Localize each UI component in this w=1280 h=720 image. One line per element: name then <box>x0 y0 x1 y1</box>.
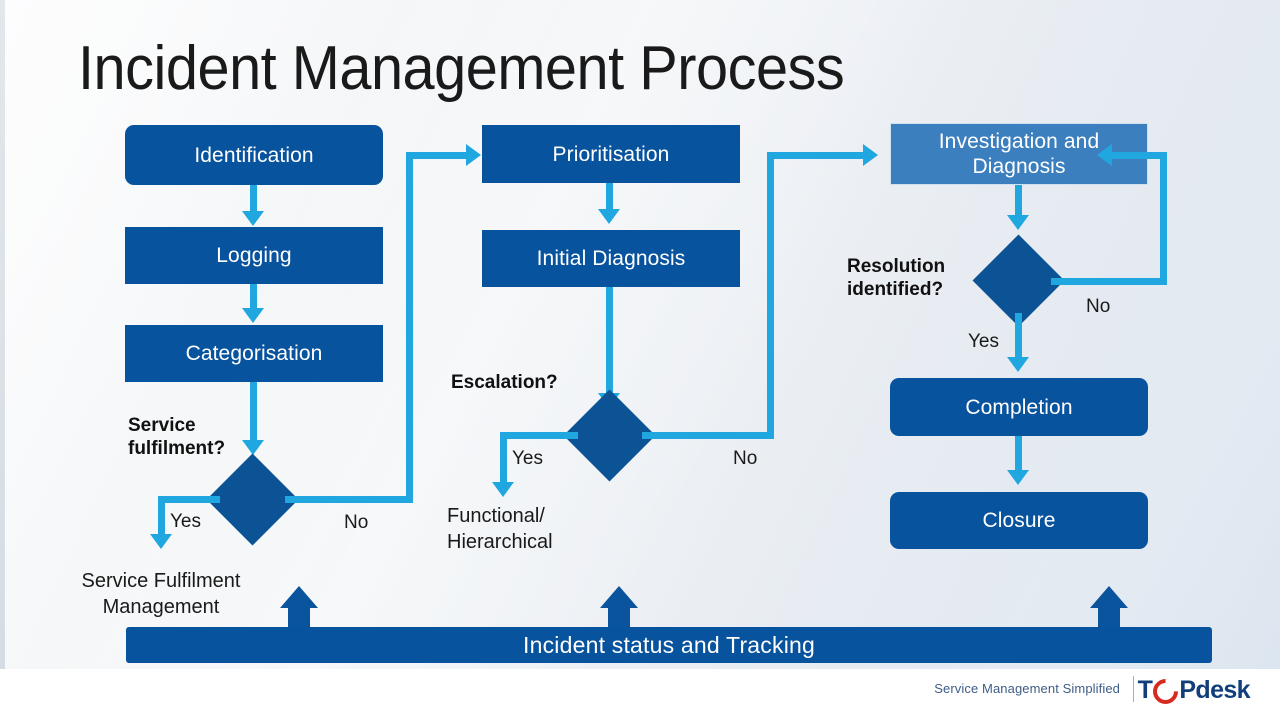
terminal-functional-hierarchical-line1: Functional/ <box>447 505 545 527</box>
branch-label-escalation-no: No <box>733 448 758 469</box>
terminal-service-fulfilment-management: Service Fulfilment Management <box>63 568 259 620</box>
process-box-completion[interactable]: Completion <box>890 378 1148 436</box>
branch-label-service-fulfilment-no: No <box>344 512 369 533</box>
incident-status-tracking-bar[interactable]: Incident status and Tracking <box>126 627 1212 663</box>
connector-investigation-resolution <box>1015 185 1022 219</box>
arrowhead-down-categorisation-decision <box>242 440 264 455</box>
connector-resolution-yes-vertical <box>1015 313 1022 361</box>
connector-service-fulfilment-yes-horizontal <box>158 496 220 503</box>
slide-canvas: Incident Management Process Identificati… <box>0 0 1280 720</box>
decision-label-resolution-line2: identified? <box>847 279 944 300</box>
process-box-investigation-line2: Diagnosis <box>972 155 1066 178</box>
branch-label-resolution-yes: Yes <box>968 331 999 352</box>
process-box-categorisation[interactable]: Categorisation <box>125 325 383 382</box>
connector-resolution-no-vertical <box>1160 152 1167 285</box>
process-box-prioritisation[interactable]: Prioritisation <box>482 125 740 183</box>
connector-categorisation-decision <box>250 382 257 444</box>
decision-label-service-fulfilment: Service fulfilment? <box>128 414 225 460</box>
connector-resolution-no-horizontal <box>1051 278 1167 285</box>
terminal-functional-hierarchical-line2: Hierarchical <box>447 531 553 553</box>
arrowhead-down-identification-logging <box>242 211 264 226</box>
connector-service-fulfilment-no-horizontal <box>285 496 413 503</box>
connector-initial-diagnosis-escalation <box>606 287 613 397</box>
arrowhead-down-escalation-yes <box>492 482 514 497</box>
connector-no-to-prioritisation <box>406 152 468 159</box>
logo-text-prefix: T <box>1137 676 1153 704</box>
page-title: Incident Management Process <box>78 34 845 103</box>
arrowhead-down-investigation-resolution <box>1007 215 1029 230</box>
arrowhead-down-logging-categorisation <box>242 308 264 323</box>
arrowhead-left-into-investigation <box>1097 144 1112 166</box>
connector-completion-closure <box>1015 436 1022 474</box>
logo-text-suffix: Pdesk <box>1179 676 1250 704</box>
arrowhead-down-completion-closure <box>1007 470 1029 485</box>
terminal-service-fulfilment-management-line1: Service Fulfilment <box>81 570 241 592</box>
connector-escalation-no-vertical <box>767 152 774 439</box>
tracking-arrow-left-head <box>280 586 318 608</box>
footer-tagline: Service Management Simplified <box>934 681 1120 696</box>
process-box-logging[interactable]: Logging <box>125 227 383 284</box>
decision-label-service-fulfilment-line1: Service <box>128 415 196 436</box>
connector-escalation-yes-vertical <box>500 432 507 486</box>
topdesk-logo: T Pdesk <box>1137 673 1251 710</box>
branch-label-escalation-yes: Yes <box>512 448 543 469</box>
tracking-arrow-middle-head <box>600 586 638 608</box>
connector-escalation-yes-horizontal <box>500 432 578 439</box>
process-box-closure[interactable]: Closure <box>890 492 1148 549</box>
branch-label-resolution-no: No <box>1086 296 1111 317</box>
decision-label-service-fulfilment-line2: fulfilment? <box>128 438 226 459</box>
arrowhead-down-resolution-yes <box>1007 357 1029 372</box>
process-box-identification[interactable]: Identification <box>125 125 383 185</box>
connector-no-to-investigation <box>767 152 865 159</box>
connector-service-fulfilment-no-vertical <box>406 152 413 503</box>
connector-service-fulfilment-yes-vertical <box>158 496 165 538</box>
terminal-service-fulfilment-management-line2: Management <box>102 596 220 618</box>
arrowhead-right-into-prioritisation <box>466 144 481 166</box>
decision-label-resolution-identified: Resolution identified? <box>847 255 945 301</box>
terminal-functional-hierarchical: Functional/ Hierarchical <box>447 503 553 555</box>
connector-resolution-no-return <box>1112 152 1167 159</box>
logo-ring-icon <box>1148 673 1184 710</box>
decision-label-escalation: Escalation? <box>451 372 558 393</box>
arrowhead-down-service-fulfilment-yes <box>150 534 172 549</box>
footer-divider <box>1133 676 1134 702</box>
connector-escalation-no-horizontal <box>642 432 774 439</box>
arrowhead-right-into-investigation <box>863 144 878 166</box>
arrowhead-down-prioritisation-initial-diagnosis <box>598 209 620 224</box>
decision-label-resolution-line1: Resolution <box>847 256 946 277</box>
process-box-initial-diagnosis[interactable]: Initial Diagnosis <box>482 230 740 287</box>
tracking-arrow-right-head <box>1090 586 1128 608</box>
branch-label-service-fulfilment-yes: Yes <box>170 511 201 532</box>
process-box-investigation-line1: Investigation and <box>938 130 1100 153</box>
